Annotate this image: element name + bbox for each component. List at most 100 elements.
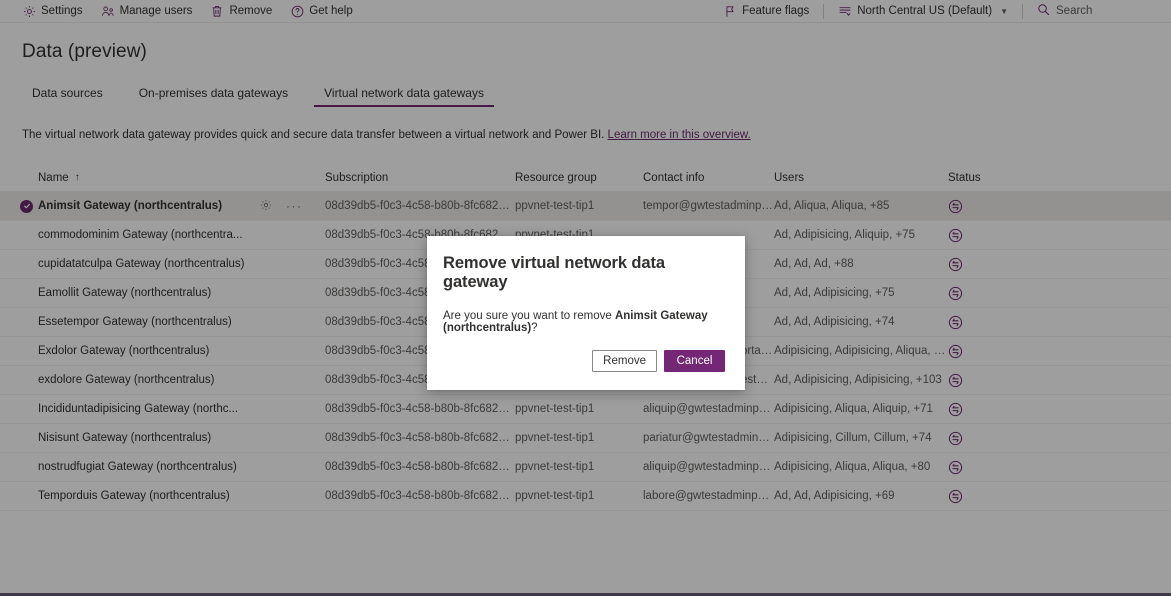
tab-on-premises-data-gateways[interactable]: On-premises data gateways [121,80,306,107]
column-header-contact-info[interactable]: Contact info [643,172,774,184]
row-gateway-name: nostrudfugiat Gateway (northcentralus) [38,461,237,473]
search-box[interactable]: Search [1029,0,1159,22]
table-row[interactable]: Incididuntadipisicing Gateway (northc...… [0,395,1171,424]
table-row[interactable]: Temporduis Gateway (northcentralus) 08d39… [0,482,1171,511]
row-gateway-name: Nisisunt Gateway (northcentralus) [38,432,212,444]
tab-on-premises-data-gateways-label: On-premises data gateways [138,86,289,100]
row-users: Adipisicing, Adipisicing, Aliqua, +84 [774,345,948,357]
status-error-icon [948,431,963,445]
region-label: North Central US (Default) [857,5,993,17]
trash-icon [210,4,224,18]
table-row[interactable]: Animsit Gateway (northcentralus) ··· 08d39… [0,192,1171,221]
row-resource-group: ppvnet-test-tip1 [515,200,595,212]
row-status[interactable] [948,431,1008,446]
row-gateway-name: exdolore Gateway (northcentralus) [38,374,215,386]
row-users: Ad, Adipisicing, Aliquip, +75 [774,229,915,241]
sort-ascending-icon: ↑ [74,172,80,183]
row-status[interactable] [948,228,1008,243]
filter-icon [838,4,852,18]
row-status[interactable] [948,344,1008,359]
table-row[interactable]: nostrudfugiat Gateway (northcentralus) 08… [0,453,1171,482]
status-error-icon [948,402,963,416]
dialog-cancel-button[interactable]: Cancel [664,350,725,372]
feature-flags-button[interactable]: Feature flags [715,1,817,21]
settings-button[interactable]: Settings [14,1,91,21]
learn-more-link[interactable]: Learn more in this overview. [608,129,751,141]
column-header-resource-group[interactable]: Resource group [515,172,643,184]
row-subscription: 08d39db5-f0c3-4c58-b80b-8fc682cf67c1 [325,403,515,415]
row-users: Ad, Ad, Adipisicing, +75 [774,287,895,299]
region-selector[interactable]: North Central US (Default) ▼ [830,1,1016,21]
tab-list: Data sources On-premises data gateways V… [14,80,1171,107]
command-bar: Settings Manage users Remove Get help Fe… [0,0,1171,23]
table-row[interactable]: Nisisunt Gateway (northcentralus) 08d39db… [0,424,1171,453]
feature-flags-label: Feature flags [742,5,810,17]
checkmark-icon [20,199,33,213]
tab-data-sources-label: Data sources [32,86,103,100]
row-contact-info: aliquip@gwtestadminport... [643,403,774,415]
row-contact-info: pariatur@gwtestadminpor... [643,432,774,444]
command-bar-left-group: Settings Manage users Remove Get help [14,1,361,21]
row-status[interactable] [948,286,1008,301]
row-select-indicator[interactable] [20,199,38,213]
manage-users-label: Manage users [119,5,193,17]
row-users: Adipisicing, Aliqua, Aliquip, +71 [774,403,933,415]
page-description-text: The virtual network data gateway provide… [22,129,605,141]
row-gateway-name: Incididuntadipisicing Gateway (northc... [38,403,239,415]
status-error-icon [948,228,963,242]
column-header-users[interactable]: Users [774,172,948,184]
row-users: Ad, Ad, Adipisicing, +69 [774,490,895,502]
row-gateway-name: Essetempor Gateway (northcentralus) [38,316,232,328]
status-error-icon [948,315,963,329]
dialog-message-prefix: Are you sure you want to remove [443,310,615,322]
gear-icon [22,4,36,18]
column-header-status[interactable]: Status [948,172,1008,184]
command-bar-divider-2 [1022,3,1023,19]
get-help-button[interactable]: Get help [282,1,360,21]
row-subscription: 08d39db5-f0c3-4c58-b80b-8fc682cf67c1 [325,200,515,212]
row-users: Ad, Ad, Ad, +88 [774,258,854,270]
page-description: The virtual network data gateway provide… [22,129,1171,141]
table-header-row: Name ↑ Subscription Resource group Conta… [0,164,1171,192]
status-error-icon [948,344,963,358]
command-bar-divider-1 [823,3,825,19]
flag-icon [723,4,737,18]
status-error-icon [948,373,963,387]
status-error-icon [948,489,963,503]
row-settings-icon[interactable] [260,199,272,214]
manage-users-button[interactable]: Manage users [93,1,201,21]
tab-virtual-network-data-gateways[interactable]: Virtual network data gateways [306,80,502,107]
command-bar-right-group: Feature flags North Central US (Default)… [715,0,1159,22]
row-gateway-name: Eamollit Gateway (northcentralus) [38,287,212,299]
row-status[interactable] [948,257,1008,272]
status-error-icon [948,199,963,213]
row-users: Adipisicing, Aliqua, Aliqua, +80 [774,461,931,473]
dialog-message-suffix: ? [531,322,538,334]
row-status[interactable] [948,489,1008,504]
column-header-name[interactable]: Name ↑ [38,172,260,184]
column-header-subscription[interactable]: Subscription [325,172,515,184]
row-resource-group: ppvnet-test-tip1 [515,432,595,444]
row-resource-group: ppvnet-test-tip1 [515,461,595,473]
dialog-remove-button[interactable]: Remove [592,350,657,372]
row-gateway-name: Exdolor Gateway (northcentralus) [38,345,210,357]
tab-virtual-network-data-gateways-label: Virtual network data gateways [324,86,484,100]
row-status[interactable] [948,402,1008,417]
row-contact-info: aliquip@gwtestadminport... [643,461,774,473]
settings-label: Settings [41,5,83,17]
row-users: Ad, Adipisicing, Adipisicing, +103 [774,374,942,386]
row-gateway-name: Animsit Gateway (northcentralus) [38,200,223,212]
row-contact-info: labore@gwtestadminport... [643,490,774,502]
row-contact-info: tempor@gwtestadminport... [643,200,774,212]
row-status[interactable] [948,460,1008,475]
remove-button[interactable]: Remove [202,1,280,21]
row-status[interactable] [948,199,1008,214]
row-subscription: 08d39db5-f0c3-4c58-b80b-8fc682cf67c1 [325,490,515,502]
remove-gateway-dialog: Remove virtual network data gateway Are … [427,236,745,390]
dialog-message: Are you sure you want to remove Animsit … [443,310,725,334]
row-more-options-icon[interactable]: ··· [286,200,303,212]
row-status[interactable] [948,315,1008,330]
row-status[interactable] [948,373,1008,388]
people-icon [101,4,115,18]
tab-data-sources[interactable]: Data sources [14,80,121,107]
